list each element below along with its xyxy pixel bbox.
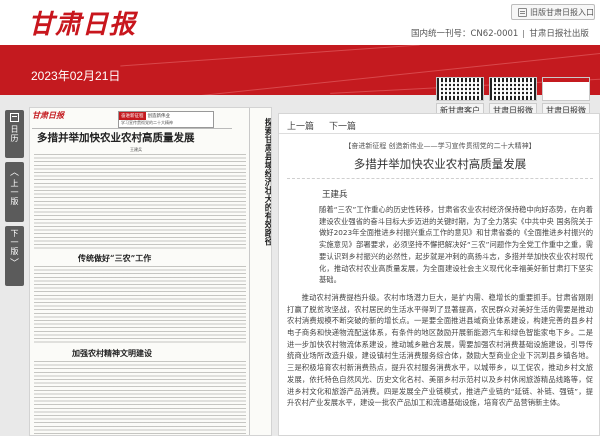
article-kicker: 【奋进新征程 创造新伟业——学习宣传贯彻党的二十大精神】 <box>344 142 536 150</box>
topic-tag: 奋进新征程 <box>119 112 146 120</box>
publication-info: 国内统一刊号：CN62-0001 甘肃日报社出版 <box>411 27 589 39</box>
edition-date: 2023年02月21日 <box>31 69 121 83</box>
old-version-button[interactable]: 旧版甘肃日报入口 <box>511 4 595 20</box>
chevron-up-icon: ︿ <box>9 168 19 178</box>
calendar-label: 日历 <box>10 125 19 143</box>
qr-code-icon <box>436 77 484 101</box>
article-panel: 上一篇 下一篇 【奋进新征程 创造新伟业——学习宣传贯彻党的二十大精神】 多措并… <box>278 113 600 436</box>
article-body: 随着“三农”工作重心的历史性转移，甘肃省农业农村经济保持稳中向好态势，在向着建设… <box>287 204 593 415</box>
old-version-label: 旧版甘肃日报入口 <box>530 7 594 17</box>
left-toolbar: 日历 ︿ 上一版 下一版 ﹀ <box>5 110 24 410</box>
divider <box>287 178 593 179</box>
newspaper-page[interactable]: 甘肃日报 奋进新征程 创造新伟业 学习宣传贯彻党的二十大精神 多措并举加快农业农… <box>29 107 272 436</box>
site-logo[interactable]: 甘肃日报 <box>28 4 136 41</box>
paper-topic-box[interactable]: 奋进新征程 创造新伟业 学习宣传贯彻党的二十大精神 <box>118 111 214 128</box>
paper-text-block[interactable] <box>34 154 246 250</box>
divider <box>523 29 525 38</box>
article-nav: 上一篇 下一篇 <box>279 114 600 134</box>
article-paragraph: 随着“三农”工作重心的历史性转移，甘肃省农业农村经济保持稳中向好态势，在向着建设… <box>319 205 593 285</box>
cn-number: 国内统一刊号：CN62-0001 <box>411 29 519 39</box>
topic-tag: 创造新伟业 <box>147 114 171 119</box>
next-edition-button[interactable]: 下一版 ﹀ <box>5 226 24 286</box>
article-paragraph: 推动农村消费提档升级。农村市场潜力巨大，是扩内需、稳增长的重要抓手。甘肃省刚刚打… <box>287 292 593 408</box>
prev-edition-label: 上一版 <box>10 179 19 206</box>
chevron-down-icon: ﹀ <box>9 259 19 269</box>
divider <box>32 128 232 129</box>
prev-article-link[interactable]: 上一篇 <box>287 119 314 132</box>
calendar-button[interactable]: 日历 <box>5 110 24 158</box>
publisher: 甘肃日报社出版 <box>529 29 589 39</box>
next-edition-label: 下一版 <box>10 229 19 256</box>
page-icon <box>542 77 590 101</box>
paper-author: 王建兵 <box>130 147 142 152</box>
article-headline: 多措并举加快农业农村高质量发展 <box>353 157 527 171</box>
paper-section-heading: 传统做好“三农”工作 <box>78 253 152 263</box>
paper-masthead: 甘肃日报 <box>32 110 64 120</box>
banner-decoration <box>120 45 420 67</box>
qr-code-icon <box>489 77 537 101</box>
document-icon <box>518 7 527 17</box>
paper-section-heading: 加强农村精神文明建设 <box>72 348 152 358</box>
divider <box>249 108 250 435</box>
paper-side-title[interactable]: 探索甘肃县域经济壮大的有效路径 <box>262 118 271 246</box>
prev-edition-button[interactable]: ︿ 上一版 <box>5 162 24 222</box>
topic-subtitle: 学习宣传贯彻党的二十大精神 <box>121 120 173 125</box>
paper-article-title[interactable]: 多措并举加快农业农村高质量发展 <box>37 130 195 145</box>
next-article-link[interactable]: 下一篇 <box>329 119 356 132</box>
article-author: 王建兵 <box>322 190 348 200</box>
top-header: 甘肃日报 旧版甘肃日报入口 国内统一刊号：CN62-0001 甘肃日报社出版 <box>0 0 600 45</box>
paper-text-block[interactable] <box>34 361 246 435</box>
calendar-icon <box>10 113 19 122</box>
paper-text-block[interactable] <box>34 266 246 344</box>
